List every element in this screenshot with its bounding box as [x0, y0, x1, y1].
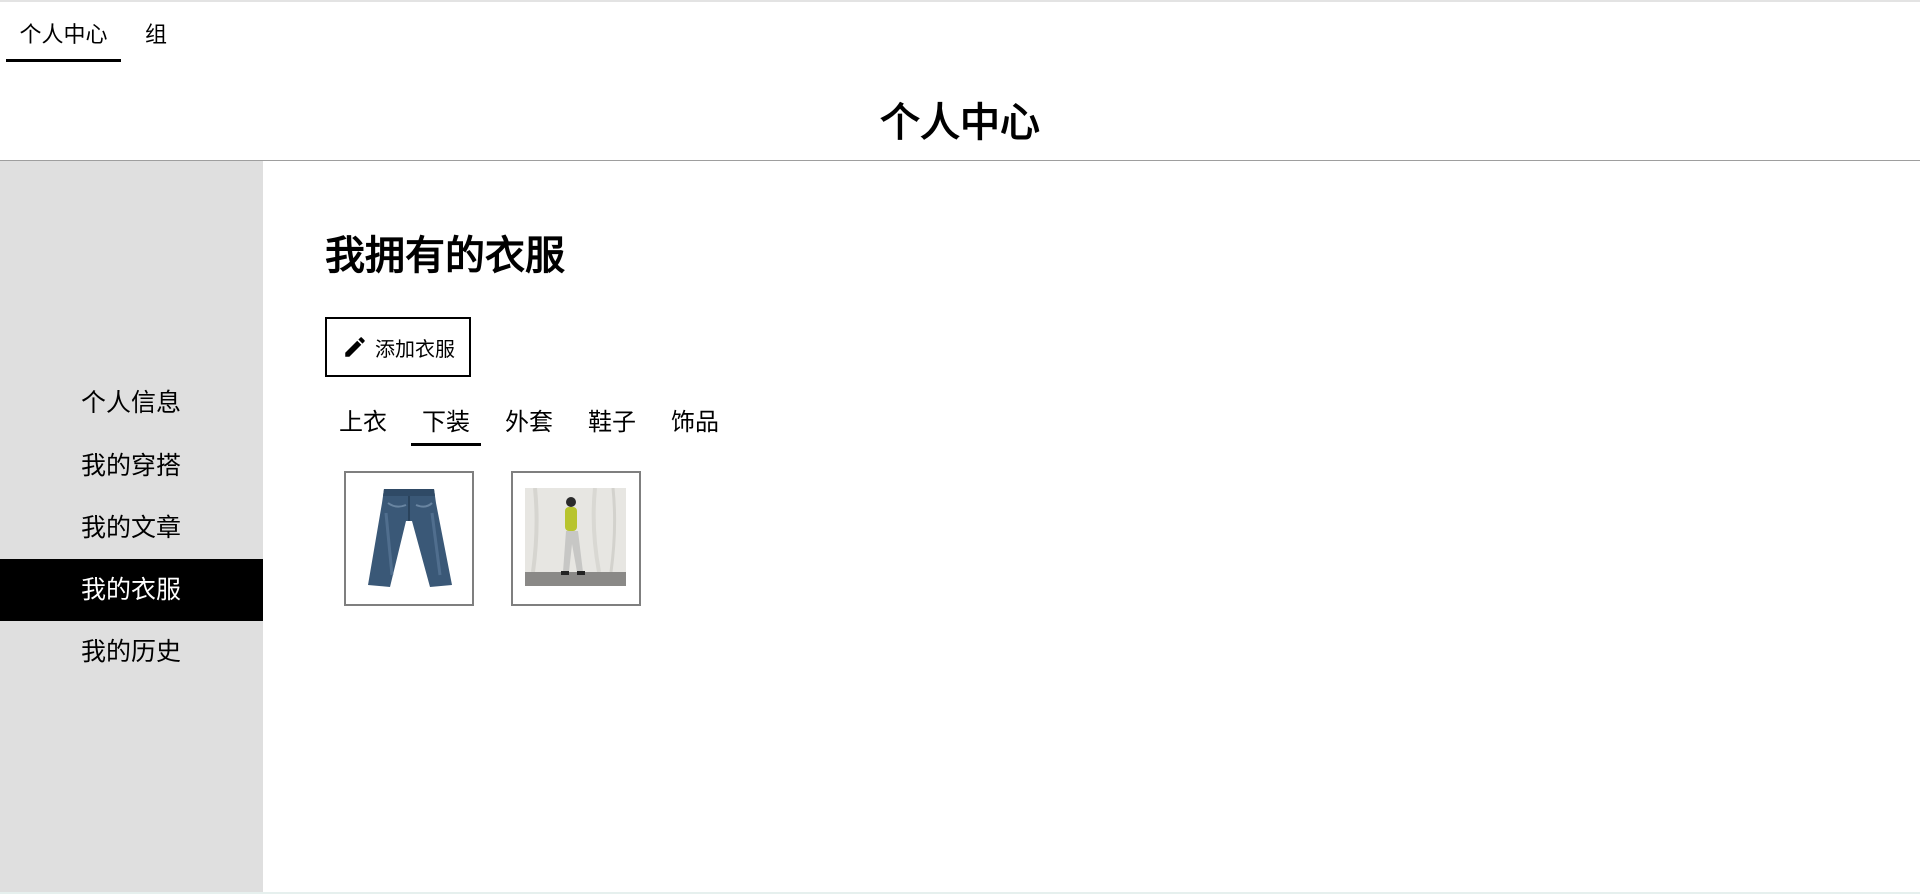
- top-border: [0, 0, 1920, 2]
- sidebar-item-my-clothes[interactable]: 我的衣服: [0, 559, 263, 621]
- pencil-icon: [345, 337, 365, 357]
- tab-group[interactable]: 组: [133, 14, 179, 62]
- sidebar-item-my-outfits[interactable]: 我的穿搭: [0, 435, 263, 497]
- sidebar-item-personal-info[interactable]: 个人信息: [0, 372, 263, 434]
- add-clothes-label: 添加衣服: [375, 336, 455, 361]
- page-title: 个人中心: [880, 100, 1040, 146]
- sidebar-item-my-history[interactable]: 我的历史: [0, 621, 263, 683]
- tab-accessories[interactable]: 饰品: [660, 402, 730, 446]
- tab-shoes[interactable]: 鞋子: [577, 402, 647, 446]
- clothing-item-card[interactable]: [511, 471, 641, 606]
- sidebar-item-my-articles[interactable]: 我的文章: [0, 497, 263, 559]
- section-title: 我拥有的衣服: [325, 233, 565, 279]
- tab-outerwear[interactable]: 外套: [494, 402, 564, 446]
- jeans-image: [356, 483, 462, 594]
- header-divider: [0, 160, 1920, 161]
- sidebar: 个人信息 我的穿搭 我的文章 我的衣服 我的历史: [0, 161, 263, 894]
- add-clothes-button[interactable]: 添加衣服: [325, 317, 471, 377]
- tab-personal-center[interactable]: 个人中心: [6, 14, 121, 62]
- top-nav: 个人中心 组: [6, 14, 179, 62]
- clothing-item-card[interactable]: [344, 471, 474, 606]
- category-tabs: 上衣 下装 外套 鞋子 饰品: [328, 402, 743, 446]
- outfit-photo-image: [525, 488, 626, 586]
- tab-bottoms[interactable]: 下装: [411, 402, 481, 446]
- tab-tops[interactable]: 上衣: [328, 402, 398, 446]
